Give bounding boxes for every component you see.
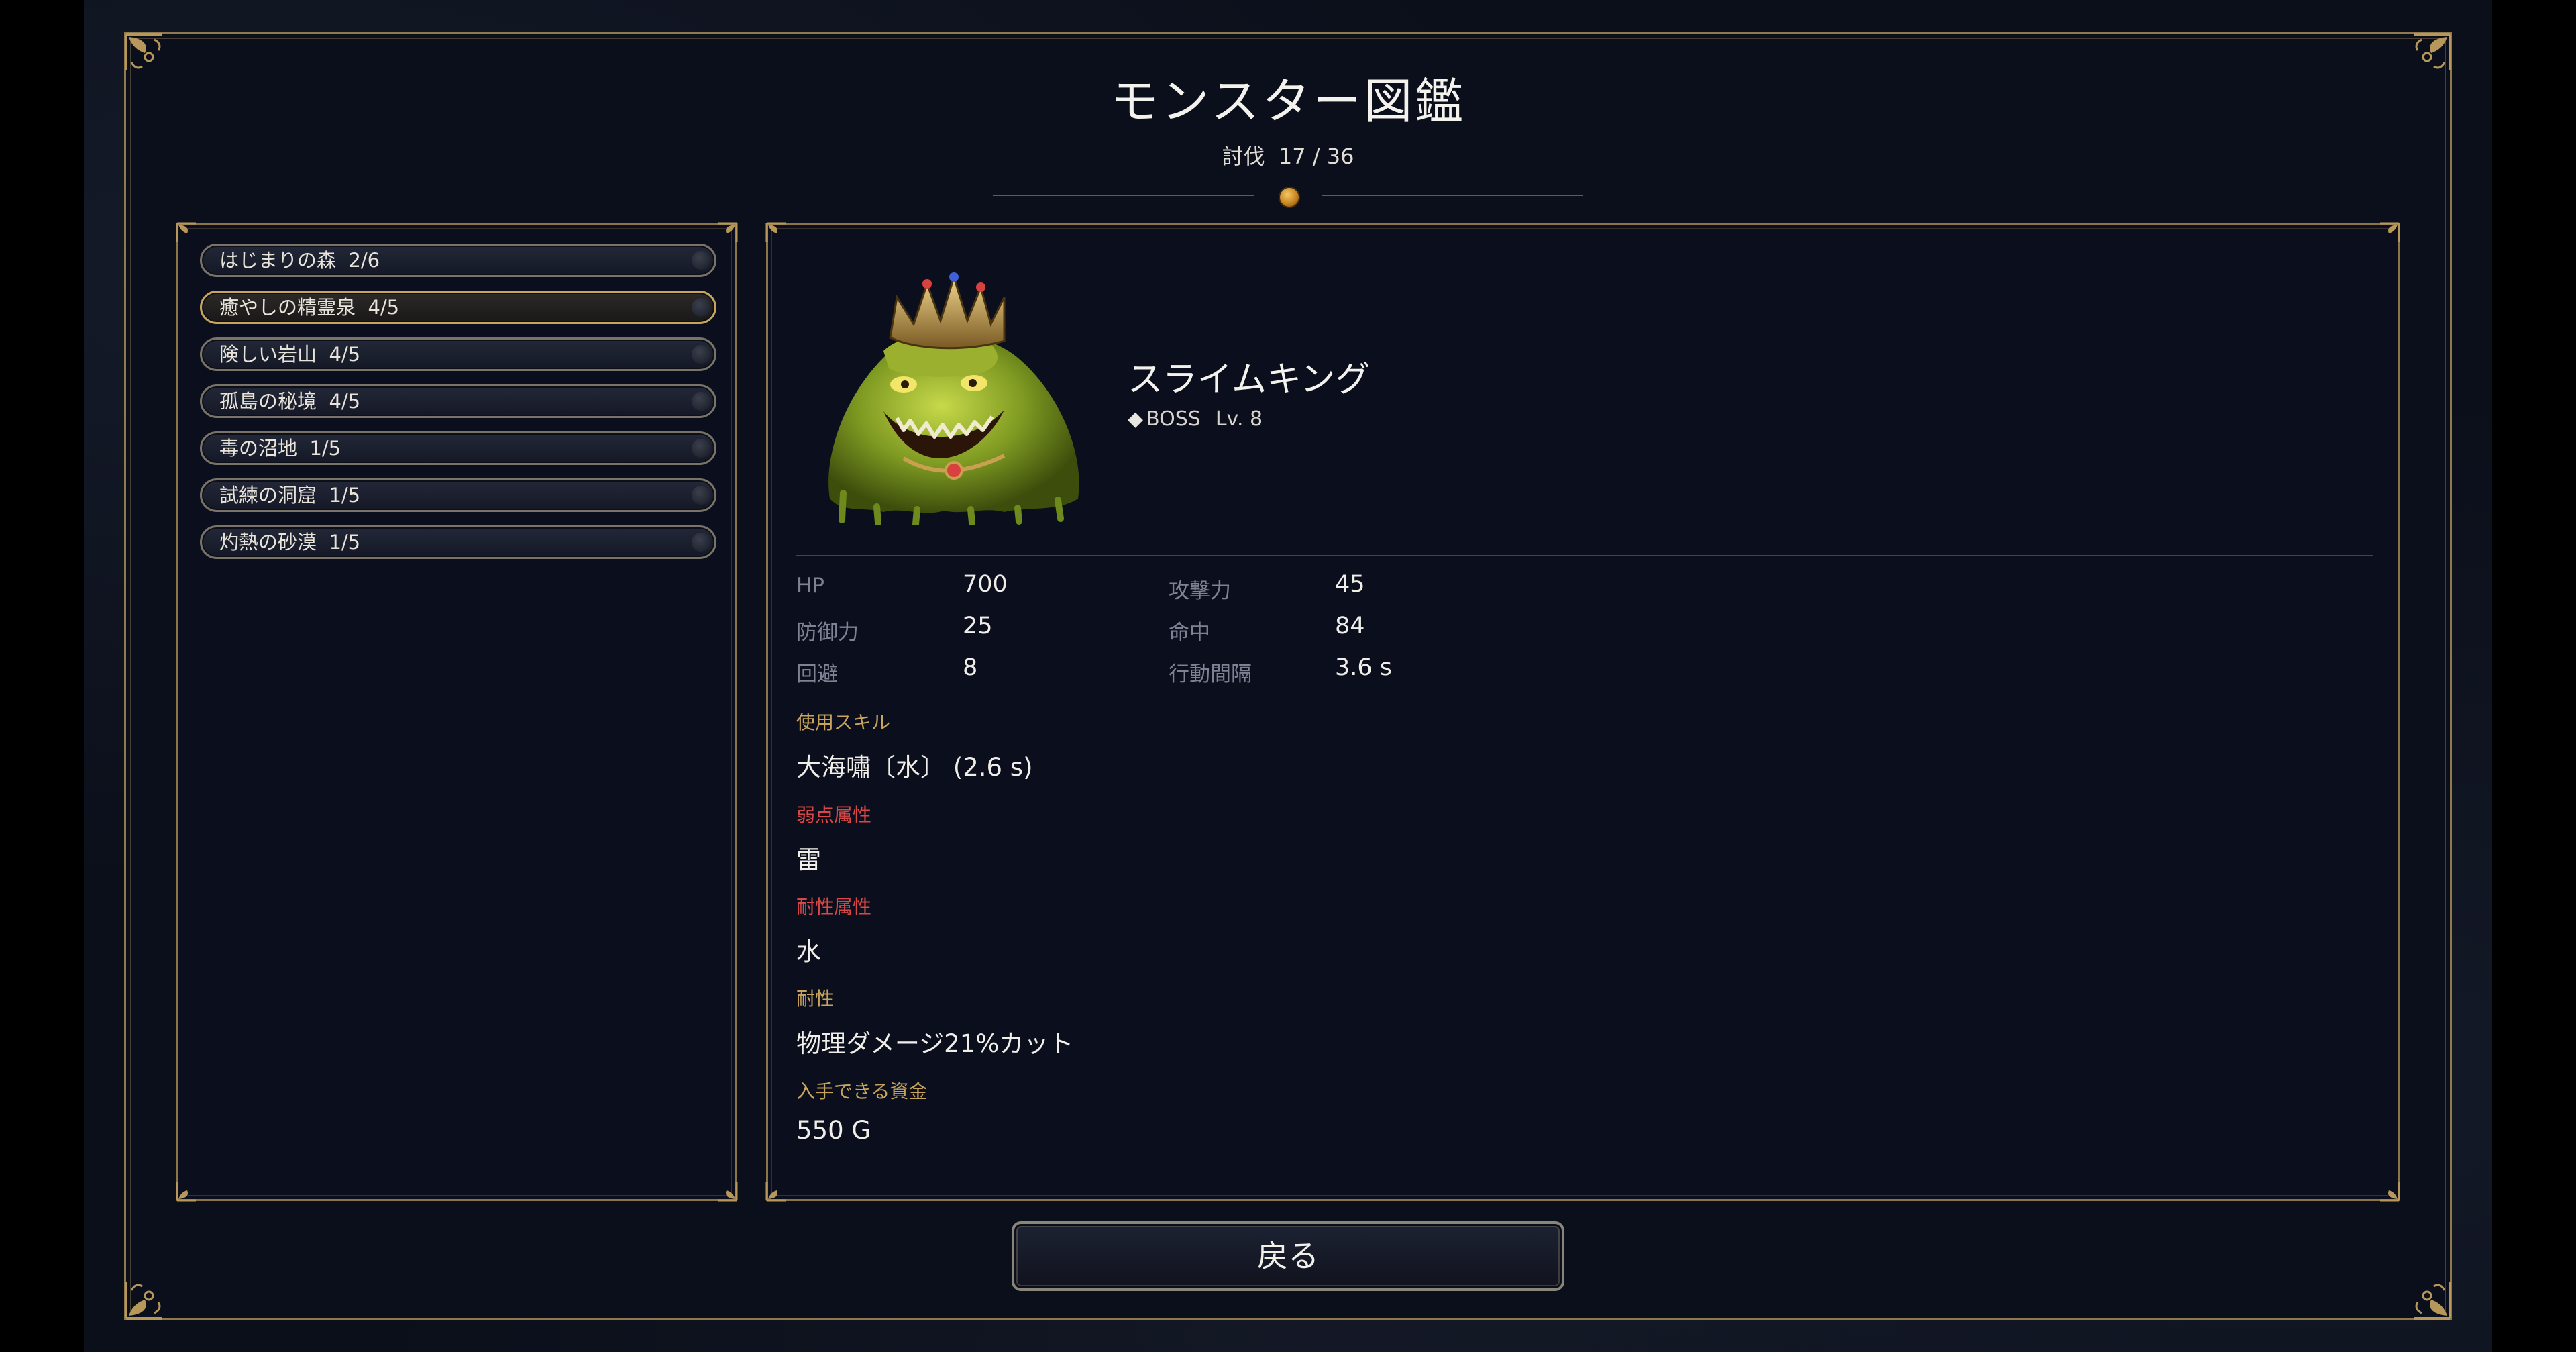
- area-name: はじまりの森: [219, 249, 337, 272]
- area-name: 試練の洞窟: [219, 484, 317, 507]
- accuracy-value: 84: [1335, 613, 1365, 639]
- skills-label: 使用スキル: [796, 711, 891, 733]
- stat-row: 防御力 25 命中 84: [796, 609, 1601, 650]
- ornament-corner-icon: [2369, 1171, 2402, 1203]
- letterbox-right: [2492, 0, 2576, 1352]
- weakness-value: 雷: [796, 845, 821, 874]
- diamond-icon: ◆: [1128, 407, 1144, 431]
- monster-name: スライムキング: [1128, 360, 1371, 400]
- kill-count: 討伐 17 / 36: [0, 140, 2576, 170]
- area-name: 癒やしの精霊泉: [219, 296, 356, 319]
- kill-count-value: 17 / 36: [1278, 144, 1354, 169]
- attack-value: 45: [1335, 571, 1365, 598]
- area-name: 毒の沼地: [219, 437, 298, 460]
- title-divider: [993, 187, 1583, 208]
- button-endcap-icon: [692, 533, 710, 552]
- ornament-corner-icon: [122, 1262, 182, 1322]
- area-progress: 1/5: [329, 484, 361, 507]
- evasion-value: 8: [963, 654, 978, 681]
- button-endcap-icon: [692, 345, 710, 364]
- hp-label: HP: [796, 574, 825, 598]
- resistance-value: 物理ダメージ21%カット: [796, 1029, 1074, 1058]
- area-progress: 1/5: [309, 437, 341, 460]
- evasion-label: 回避: [796, 662, 838, 686]
- button-endcap-icon: [692, 486, 710, 505]
- ornament-corner-icon: [764, 1171, 796, 1203]
- area-item-rocky-mountain[interactable]: 険しい岩山 4/5: [200, 337, 716, 371]
- ornament-corner-icon: [174, 1171, 207, 1203]
- gold-drop-section: 入手できる資金 550 G: [796, 1077, 927, 1145]
- resistance-element-label: 耐性属性: [796, 896, 872, 918]
- monster-rank: BOSS: [1146, 407, 1201, 431]
- area-item-scorching-desert[interactable]: 灼熱の砂漠 1/5: [200, 525, 716, 559]
- hp-value: 700: [963, 571, 1008, 598]
- area-item-healing-spring[interactable]: 癒やしの精霊泉 4/5: [200, 291, 716, 324]
- accuracy-label: 命中: [1169, 621, 1210, 645]
- divider-line: [993, 195, 1254, 196]
- area-name: 灼熱の砂漠: [219, 531, 317, 554]
- resistance-section: 耐性 物理ダメージ21%カット: [796, 984, 1073, 1059]
- defense-value: 25: [963, 613, 993, 639]
- area-list: はじまりの森 2/6 癒やしの精霊泉 4/5 険しい岩山 4/5 孤島の秘境 4…: [200, 244, 716, 572]
- area-item-poison-swamp[interactable]: 毒の沼地 1/5: [200, 431, 716, 465]
- ornament-corner-icon: [764, 221, 796, 253]
- monster-level: Lv. 8: [1215, 407, 1263, 431]
- kill-count-label: 討伐: [1222, 144, 1265, 169]
- skills-section: 使用スキル 大海嘯〔水〕 (2.6 s): [796, 708, 1033, 783]
- area-name: 孤島の秘境: [219, 390, 317, 413]
- area-progress: 4/5: [329, 343, 361, 366]
- divider: [796, 555, 2373, 556]
- area-progress: 4/5: [329, 390, 361, 413]
- area-list-panel: はじまりの森 2/6 癒やしの精霊泉 4/5 険しい岩山 4/5 孤島の秘境 4…: [174, 222, 739, 1203]
- area-progress: 2/6: [348, 249, 380, 272]
- ornament-corner-icon: [2369, 221, 2402, 253]
- attack-label: 攻撃力: [1169, 579, 1231, 603]
- back-button[interactable]: 戻る: [1012, 1221, 1564, 1291]
- button-endcap-icon: [692, 439, 710, 458]
- resistance-element-value: 水: [796, 937, 821, 966]
- resistance-label: 耐性: [796, 988, 835, 1010]
- action-interval-value: 3.6 s: [1335, 654, 1393, 681]
- ornament-corner-icon: [707, 1171, 739, 1203]
- defense-label: 防御力: [796, 621, 859, 645]
- ornament-corner-icon: [2394, 1262, 2454, 1322]
- action-interval-label: 行動間隔: [1169, 662, 1252, 686]
- area-item-island-secret[interactable]: 孤島の秘境 4/5: [200, 384, 716, 418]
- gem-icon: [1279, 187, 1300, 208]
- area-progress: 1/5: [329, 531, 361, 554]
- area-progress: 4/5: [368, 296, 400, 319]
- divider-line: [1322, 195, 1583, 196]
- monster-detail-panel: スライムキング ◆ BOSS Lv. 8 HP 700 攻撃力 45 防御力 25 …: [764, 221, 2402, 1203]
- gold-drop-label: 入手できる資金: [796, 1080, 928, 1102]
- area-name: 険しい岩山: [219, 343, 317, 366]
- stat-row: HP 700 攻撃力 45: [796, 567, 1601, 609]
- letterbox-left: [0, 0, 84, 1352]
- skills-value: 大海嘯〔水〕 (2.6 s): [796, 753, 1033, 782]
- weakness-label: 弱点属性: [796, 804, 872, 826]
- stats-grid: HP 700 攻撃力 45 防御力 25 命中 84 回避 8 行動間隔 3.6…: [796, 567, 1601, 692]
- button-endcap-icon: [692, 251, 710, 270]
- monster-rank-level: ◆ BOSS Lv. 8: [1128, 407, 1263, 431]
- area-item-trial-cave[interactable]: 試練の洞窟 1/5: [200, 478, 716, 512]
- resistance-element-section: 耐性属性 水: [796, 892, 871, 968]
- weakness-section: 弱点属性 雷: [796, 800, 871, 876]
- button-endcap-icon: [692, 298, 710, 317]
- gold-drop-value: 550 G: [796, 1116, 871, 1145]
- stat-row: 回避 8 行動間隔 3.6 s: [796, 650, 1601, 692]
- page-title: モンスター図鑑: [1110, 73, 1466, 129]
- area-item-hajimari-forest[interactable]: はじまりの森 2/6: [200, 244, 716, 277]
- button-endcap-icon: [692, 392, 710, 411]
- slime-king-portrait-icon: [803, 257, 1098, 525]
